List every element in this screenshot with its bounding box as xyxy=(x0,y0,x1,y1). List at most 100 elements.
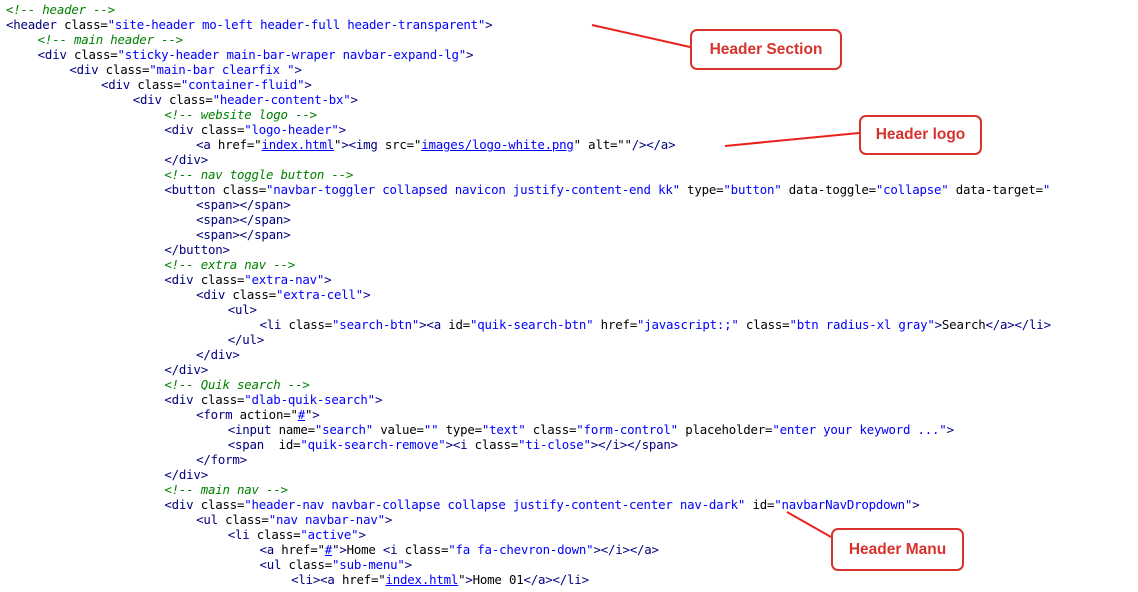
code-link[interactable]: index.html xyxy=(261,137,334,152)
code-line: </div> xyxy=(164,152,208,167)
code-attr-value: "quik-search-btn" xyxy=(470,317,594,332)
code-link[interactable]: index.html xyxy=(386,572,459,587)
code-tag: <div xyxy=(164,122,201,137)
code-tag: <ul> xyxy=(227,302,257,317)
code-line: <div class="main-bar clearfix "> xyxy=(69,62,302,77)
code-tag: <div xyxy=(101,77,138,92)
code-line: </div> xyxy=(164,362,208,377)
code-link[interactable]: # xyxy=(325,542,332,557)
code-attribute: class= xyxy=(200,392,245,407)
code-attribute: class= xyxy=(288,557,333,572)
code-line: <!-- main nav --> xyxy=(164,482,288,497)
code-tag: ></i></span> xyxy=(590,437,678,452)
code-attr-value: "quik-search-remove" xyxy=(300,437,446,452)
code-attribute: type= xyxy=(679,182,724,197)
code-text: " xyxy=(378,572,386,587)
code-tag: </div> xyxy=(164,362,208,377)
code-line: <span id="quik-search-remove"><i class="… xyxy=(228,437,678,452)
code-line: <!-- Quik search --> xyxy=(164,377,309,392)
code-line: <div class="header-nav navbar-collapse c… xyxy=(164,497,919,512)
code-tag: <div xyxy=(37,47,74,62)
code-line: <a href="#">Home <i class="fa fa-chevron… xyxy=(259,542,659,557)
code-attribute: href= xyxy=(217,137,255,152)
code-line: <!-- website logo --> xyxy=(164,107,317,122)
code-tag: > xyxy=(485,17,493,32)
code-attr-value: "search-btn" xyxy=(332,317,420,332)
code-line: <form action="#"> xyxy=(196,407,320,422)
code-link[interactable]: images/logo-white.png xyxy=(421,137,574,152)
code-tag: <i xyxy=(382,542,405,557)
header-logo-callout: Header logo xyxy=(859,115,982,155)
code-line: <a href="index.html"><img src="images/lo… xyxy=(196,137,675,152)
code-line: <span></span> xyxy=(196,212,291,227)
code-text: Home 01 xyxy=(472,572,524,587)
code-tag: <div xyxy=(132,92,170,107)
code-tag: <input xyxy=(227,422,279,437)
code-attribute: class= xyxy=(222,182,267,197)
code-tag: ><img xyxy=(341,137,385,152)
code-attribute: href= xyxy=(341,572,379,587)
code-attribute: class= xyxy=(105,62,150,77)
code-attribute: class= xyxy=(200,497,245,512)
code-attribute: href= xyxy=(593,317,638,332)
code-tag: <span xyxy=(227,437,279,452)
code-attribute: placeholder= xyxy=(677,422,773,437)
code-attribute: id= xyxy=(745,497,775,512)
code-text: " xyxy=(317,542,325,557)
code-listing: <!-- header --> <header class="site-heade… xyxy=(0,0,1138,592)
code-comment: <!-- nav toggle button --> xyxy=(164,167,354,182)
code-tag: <ul xyxy=(259,557,289,572)
code-attr-value: "logo-header" xyxy=(244,122,339,137)
code-attr-value: "button" xyxy=(723,182,782,197)
code-attribute: id= xyxy=(278,437,301,452)
code-attr-value: "nav navbar-nav" xyxy=(268,512,385,527)
code-tag: </button> xyxy=(164,242,230,257)
code-tag: > xyxy=(339,542,347,557)
code-tag: </div> xyxy=(196,347,240,362)
code-attribute: action= xyxy=(239,407,291,422)
code-text: "" xyxy=(617,137,632,152)
code-attribute: class= xyxy=(256,527,301,542)
code-line: <li><a href="index.html">Home 01</a></li… xyxy=(291,572,589,587)
code-line: <ul class="nav navbar-nav"> xyxy=(196,512,392,527)
code-attr-value: "container-fluid" xyxy=(180,77,305,92)
code-tag: > xyxy=(363,287,371,302)
code-line: <!-- header --> xyxy=(6,2,115,17)
code-attribute: class= xyxy=(200,272,245,287)
code-attribute: class= xyxy=(738,317,790,332)
code-tag: <div xyxy=(196,287,233,302)
code-line: <div class="extra-nav"> xyxy=(164,272,331,287)
code-attribute: class= xyxy=(225,512,269,527)
code-link[interactable]: # xyxy=(298,407,305,422)
code-line: <header class="site-header mo-left heade… xyxy=(6,17,493,32)
code-attr-value: "text" xyxy=(481,422,526,437)
code-tag: </a></li> xyxy=(523,572,589,587)
code-tag: <div xyxy=(164,497,201,512)
code-tag: </a></li> xyxy=(985,317,1051,332)
code-attr-value: "btn radius-xl gray" xyxy=(789,317,935,332)
code-tag: > xyxy=(384,512,393,527)
code-tag: ></i></a> xyxy=(593,542,659,557)
code-tag: </div> xyxy=(164,152,208,167)
code-comment: <!-- extra nav --> xyxy=(164,257,296,272)
code-attr-value: "fa fa-chevron-down" xyxy=(448,542,594,557)
code-tag: > xyxy=(304,77,312,92)
code-tag: > xyxy=(312,407,320,422)
code-attribute: data-target= xyxy=(948,182,1043,197)
code-tag: ><i xyxy=(445,437,475,452)
code-tag: </form> xyxy=(196,452,247,467)
code-line: <li class="search-btn"><a id="quik-searc… xyxy=(259,317,1051,332)
code-attribute: alt= xyxy=(580,137,618,152)
code-tag: <div xyxy=(164,392,201,407)
code-tag: <li xyxy=(259,317,289,332)
code-attribute: class= xyxy=(64,17,108,32)
code-line: <ul class="sub-menu"> xyxy=(259,557,412,572)
code-line: <div class="sticky-header main-bar-wrape… xyxy=(38,47,474,62)
code-attr-value: "sticky-header main-bar-wraper navbar-ex… xyxy=(117,47,467,62)
code-attribute: type= xyxy=(438,422,483,437)
code-line: <div class="dlab-quik-search"> xyxy=(164,392,382,407)
code-comment: <!-- website logo --> xyxy=(164,107,317,122)
code-comment: <!-- main nav --> xyxy=(164,482,288,497)
code-attr-value: "header-content-bx" xyxy=(212,92,351,107)
code-attribute: class= xyxy=(169,92,213,107)
